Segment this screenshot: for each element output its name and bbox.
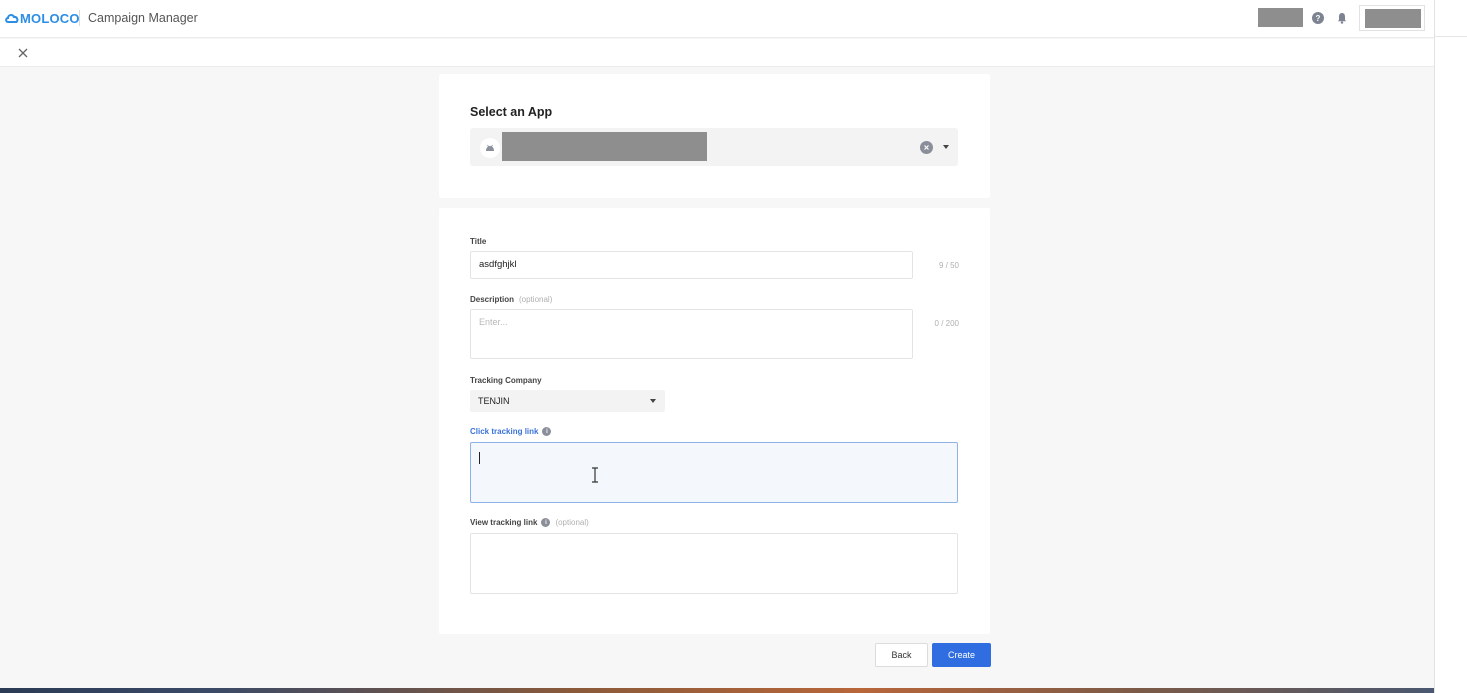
- click-tracking-label: Click tracking link i: [470, 427, 552, 436]
- create-button[interactable]: Create: [932, 643, 991, 667]
- desktop-edge: [1434, 0, 1467, 693]
- header-divider: [79, 10, 80, 26]
- app-window: MOLOCO Campaign Manager ? Select an App: [0, 0, 1434, 690]
- logo-text: MOLOCO: [20, 10, 80, 26]
- tracking-company-label: Tracking Company: [470, 376, 542, 385]
- title-char-counter: 9 / 50: [938, 261, 959, 270]
- svg-text:?: ?: [1316, 14, 1321, 23]
- bell-icon[interactable]: [1335, 11, 1349, 25]
- description-char-counter: 0 / 200: [934, 319, 959, 328]
- description-input[interactable]: Enter...: [470, 309, 913, 359]
- ibeam-cursor-icon: [592, 467, 598, 483]
- select-app-card: Select an App: [439, 74, 990, 198]
- help-icon[interactable]: ?: [1311, 11, 1325, 25]
- tracking-form-card: Title asdfghjkl 9 / 50 Description (opti…: [439, 208, 990, 634]
- description-placeholder: Enter...: [479, 317, 508, 327]
- app-title: Campaign Manager: [88, 11, 198, 25]
- view-tracking-label: View tracking link i (optional): [470, 518, 589, 527]
- title-input[interactable]: asdfghjkl: [470, 251, 913, 279]
- redacted-account-name[interactable]: [1258, 8, 1303, 27]
- clear-selection-icon[interactable]: [920, 141, 933, 154]
- back-button[interactable]: Back: [875, 643, 928, 667]
- top-header: MOLOCO Campaign Manager ?: [0, 0, 1434, 38]
- chevron-down-icon: [650, 399, 656, 403]
- text-caret: [479, 452, 480, 464]
- moloco-logo[interactable]: MOLOCO: [5, 8, 80, 28]
- chevron-down-icon[interactable]: [943, 145, 949, 149]
- description-optional: (optional): [519, 295, 553, 304]
- select-app-title: Select an App: [470, 105, 553, 119]
- subheader-bar: [0, 39, 1434, 67]
- title-input-value: asdfghjkl: [479, 259, 517, 270]
- view-tracking-input[interactable]: [470, 533, 958, 594]
- title-label: Title: [470, 237, 487, 246]
- close-icon: [18, 48, 28, 58]
- tracking-company-value: TENJIN: [478, 396, 510, 406]
- desktop-wallpaper-strip: [0, 688, 1434, 693]
- close-button[interactable]: [16, 46, 30, 60]
- info-icon[interactable]: i: [542, 427, 552, 436]
- redacted-profile: [1365, 9, 1421, 28]
- click-tracking-input[interactable]: [470, 442, 958, 503]
- app-select-dropdown[interactable]: [470, 128, 958, 166]
- tracking-company-select[interactable]: TENJIN: [470, 390, 665, 412]
- view-tracking-optional: (optional): [555, 518, 589, 527]
- profile-menu[interactable]: [1359, 5, 1425, 31]
- cloud-logo-icon: [5, 14, 19, 23]
- info-icon[interactable]: i: [541, 518, 551, 527]
- redacted-app-name: [502, 132, 707, 161]
- description-label: Description (optional): [470, 295, 553, 304]
- android-icon: [480, 138, 500, 158]
